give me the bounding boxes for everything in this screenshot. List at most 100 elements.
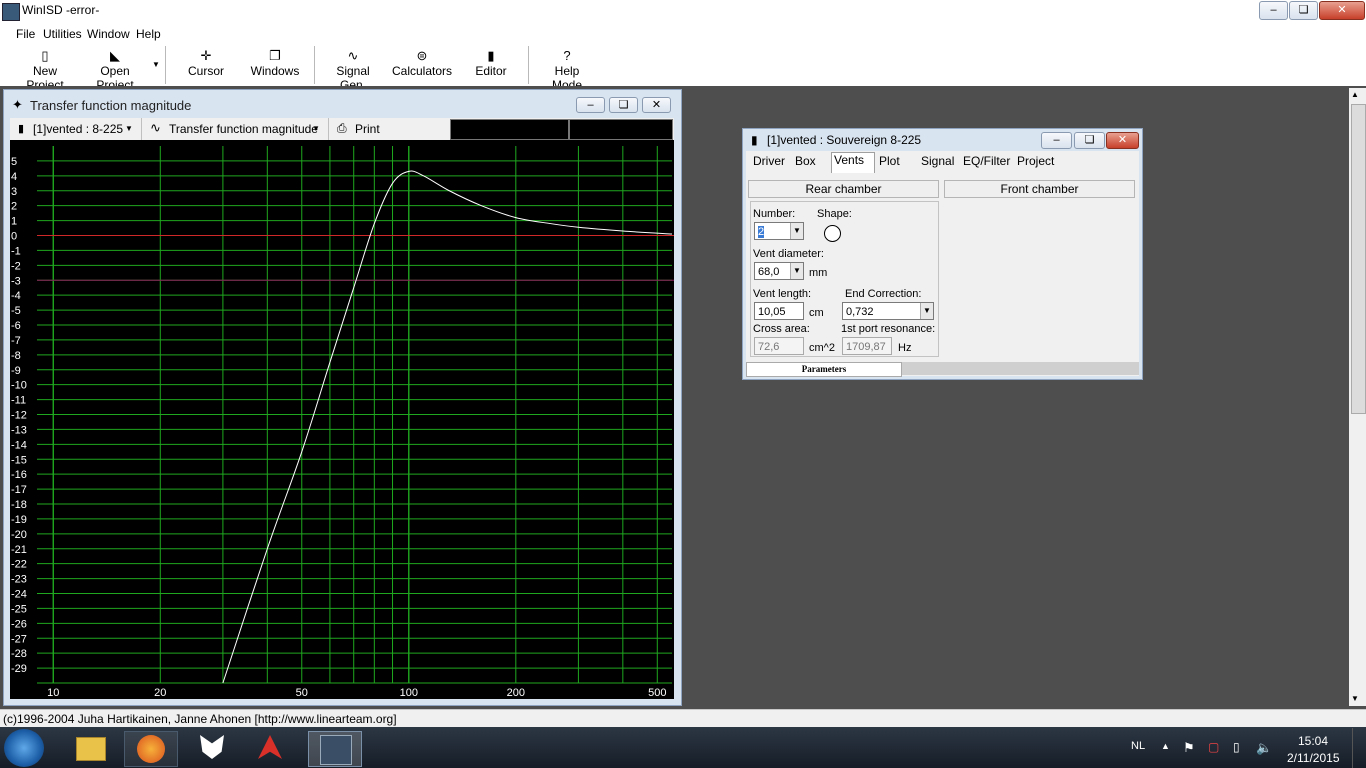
graph-type-select[interactable]: Transfer function magnitude [169, 122, 318, 136]
y-tick-label: -20 [11, 529, 27, 541]
shape-label: Shape: [817, 208, 852, 220]
y-tick-label: -6 [11, 320, 21, 332]
graph-type-dropdown-icon[interactable]: ▼ [312, 124, 320, 133]
firefox-icon[interactable] [124, 731, 178, 767]
number-select[interactable]: 2 ▼ [754, 222, 804, 240]
print-button[interactable]: Print [355, 122, 380, 136]
cursor-readout-y [569, 119, 673, 140]
tab-eq-filter[interactable]: EQ/Filter [961, 154, 1012, 172]
menu-bar [0, 22, 1366, 44]
y-tick-label: -7 [11, 335, 21, 347]
toolbar-separator [314, 46, 315, 84]
foobar-fox-icon[interactable] [186, 731, 238, 765]
window-title: WinISD -error- [22, 3, 100, 17]
tab-box[interactable]: Box [793, 154, 818, 172]
separator [328, 118, 329, 140]
vent-diameter-select[interactable]: 68,0 ▼ [754, 262, 804, 280]
toolbar-separator [528, 46, 529, 84]
help-mode-button[interactable]: ? Help Mode [538, 48, 596, 92]
file-explorer-icon[interactable] [64, 731, 116, 765]
tray-arrow-icon[interactable]: ▲ [1161, 741, 1170, 751]
start-button[interactable] [4, 729, 44, 767]
speaker-icon: ▮ [18, 123, 25, 135]
document-icon: ▯ [41, 48, 49, 63]
red-app-icon[interactable] [244, 731, 296, 765]
scroll-up-icon[interactable]: ▲ [1351, 90, 1359, 99]
rear-chamber-header[interactable]: Rear chamber [748, 180, 939, 198]
crosshair-icon: ✛ [200, 48, 212, 63]
open-project-dropdown-icon[interactable]: ▼ [152, 60, 160, 69]
y-tick-label: -8 [11, 350, 21, 362]
status-text: (c)1996-2004 Juha Hartikainen, Janne Aho… [3, 712, 397, 726]
graph-minimize-button[interactable]: – [576, 97, 605, 113]
volume-icon[interactable]: 🔈 [1256, 740, 1272, 756]
windows-button[interactable]: ❐ Windows [248, 48, 302, 82]
tab-project[interactable]: Project [1015, 154, 1056, 172]
open-project-button[interactable]: ◣ Open Project [81, 48, 149, 92]
menu-file[interactable]: File [16, 27, 35, 41]
tab-signal[interactable]: Signal [919, 154, 956, 172]
tab-vents[interactable]: Vents [831, 152, 875, 173]
editor-button[interactable]: ▮ Editor [472, 48, 510, 82]
menu-help[interactable]: Help [136, 27, 161, 41]
y-tick-label: -28 [11, 648, 27, 660]
vent-diameter-unit: mm [809, 267, 828, 279]
y-tick-label: -21 [11, 544, 27, 556]
vent-restore-button[interactable]: ❏ [1074, 132, 1105, 149]
language-indicator[interactable]: NL [1131, 740, 1145, 752]
action-center-icon[interactable]: ⚑ [1183, 740, 1195, 756]
menu-window[interactable]: Window [87, 27, 130, 41]
cursor-button[interactable]: ✛ Cursor [182, 48, 230, 82]
graph-close-button[interactable]: ✕ [642, 97, 671, 113]
y-tick-label: -13 [11, 424, 27, 436]
tab-driver[interactable]: Driver [751, 154, 787, 172]
front-chamber-header[interactable]: Front chamber [944, 180, 1135, 198]
clock-date[interactable]: 2/11/2015 [1287, 751, 1340, 765]
menu-utilities[interactable]: Utilities [43, 27, 82, 41]
calculators-label: Calculators [392, 64, 453, 78]
vent-length-input[interactable]: 10,05 [754, 302, 804, 320]
cross-area-label: Cross area: [753, 323, 810, 335]
tab-parameters[interactable]: Parameters [746, 362, 902, 377]
vent-minimize-button[interactable]: – [1041, 132, 1072, 149]
y-tick-label: -10 [11, 380, 27, 392]
network-icon[interactable]: ▢ [1208, 740, 1219, 754]
y-tick-label: -3 [11, 275, 21, 287]
graph-restore-button[interactable]: ❏ [609, 97, 638, 113]
end-correction-select[interactable]: 0,732 ▼ [842, 302, 934, 320]
chevron-down-icon[interactable]: ▼ [920, 303, 933, 319]
scroll-down-icon[interactable]: ▼ [1351, 694, 1359, 703]
y-tick-label: 4 [11, 171, 17, 183]
show-desktop-button[interactable] [1352, 728, 1366, 768]
y-tick-label: -22 [11, 559, 27, 571]
project-dropdown-icon[interactable]: ▼ [125, 124, 133, 133]
chevron-down-icon[interactable]: ▼ [790, 263, 803, 279]
winisd-taskbar-icon[interactable] [308, 731, 362, 767]
app-icon[interactable] [2, 3, 20, 21]
new-project-button[interactable]: ▯ New Project [14, 48, 76, 92]
vent-length-unit: cm [809, 307, 824, 319]
y-tick-label: -26 [11, 618, 27, 630]
cursor-label: Cursor [187, 64, 224, 78]
vent-close-button[interactable]: ✕ [1106, 132, 1139, 149]
end-correction-label: End Correction: [845, 288, 922, 300]
round-shape-icon[interactable] [824, 225, 841, 242]
clock-time[interactable]: 15:04 [1298, 734, 1328, 748]
minimize-button[interactable]: – [1259, 1, 1288, 20]
chevron-down-icon[interactable]: ▼ [790, 223, 803, 239]
project-select[interactable]: [1]vented : 8-225 [33, 122, 123, 136]
end-correction-value: 0,732 [846, 306, 874, 318]
vent-length-label: Vent length: [753, 288, 812, 300]
close-button[interactable]: ✕ [1319, 1, 1365, 20]
power-icon[interactable]: ▯ [1233, 740, 1240, 754]
cross-area-unit: cm^2 [809, 342, 835, 354]
signal-gen-button[interactable]: ∿ Signal Gen. [322, 48, 384, 92]
port-resonance-field: 1709,87 [842, 337, 892, 355]
scrollbar-thumb[interactable] [1351, 104, 1366, 414]
printer-icon[interactable]: ⎙ [337, 121, 347, 136]
y-tick-label: 1 [11, 216, 17, 228]
restore-button[interactable]: ❏ [1289, 1, 1318, 20]
calculators-button[interactable]: ⊜ Calculators [392, 48, 452, 82]
tab-plot[interactable]: Plot [877, 154, 902, 172]
transfer-function-plot[interactable]: 5 4 3 2 1 0 -1 -2 -3 -4 -5 -6 -7 -8 -9 -10 -11 -12 -13 -14-… [10, 140, 674, 699]
